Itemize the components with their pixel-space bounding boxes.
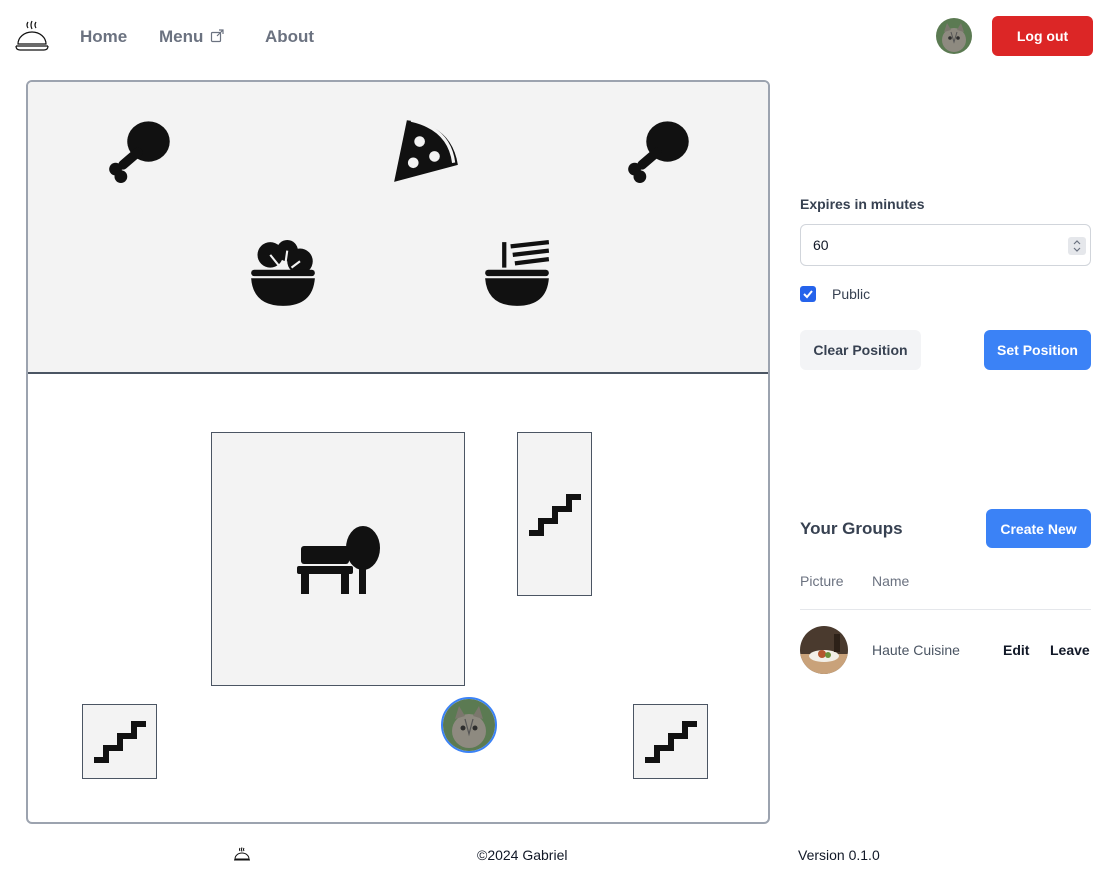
- column-header-name: Name: [872, 573, 910, 589]
- floor-map[interactable]: [26, 80, 770, 824]
- groups-title: Your Groups: [800, 519, 903, 538]
- logout-button[interactable]: Log out: [992, 16, 1093, 56]
- pizza-slice-icon[interactable]: [392, 116, 460, 184]
- nav-about-link[interactable]: About: [265, 27, 314, 47]
- public-checkbox[interactable]: [800, 286, 816, 302]
- copyright-text: ©2024 Gabriel: [477, 847, 568, 863]
- user-position-marker[interactable]: [441, 697, 497, 753]
- expires-value: 60: [813, 237, 829, 253]
- drumstick-icon[interactable]: [106, 116, 174, 184]
- nav-home-link[interactable]: Home: [80, 27, 127, 47]
- group-name: Haute Cuisine: [872, 642, 960, 658]
- edit-group-link[interactable]: Edit: [1003, 642, 1029, 658]
- cloche-logo-icon[interactable]: [14, 20, 50, 52]
- garden-room[interactable]: [211, 432, 465, 686]
- rice-bowl-icon[interactable]: [483, 240, 551, 308]
- set-position-button[interactable]: Set Position: [984, 330, 1091, 370]
- drumstick-icon[interactable]: [625, 116, 693, 184]
- user-avatar[interactable]: [936, 18, 972, 54]
- clear-position-button[interactable]: Clear Position: [800, 330, 921, 370]
- salad-bowl-icon[interactable]: [249, 240, 317, 308]
- stairs-icon: [645, 721, 697, 763]
- bench-tree-icon: [297, 526, 380, 594]
- number-spinner[interactable]: [1068, 237, 1086, 255]
- nav-menu-link[interactable]: Menu: [159, 27, 224, 47]
- cloche-logo-icon: [234, 847, 250, 861]
- group-picture: [800, 626, 848, 674]
- table-divider: [800, 609, 1091, 610]
- nav-menu-label: Menu: [159, 27, 204, 46]
- checkmark-icon: [803, 290, 813, 299]
- public-label: Public: [832, 286, 871, 302]
- create-group-button[interactable]: Create New: [986, 509, 1091, 548]
- stairs-icon: [94, 721, 146, 763]
- stairs-room-middle[interactable]: [517, 432, 592, 596]
- column-header-picture: Picture: [800, 573, 844, 589]
- stairs-room-right[interactable]: [633, 704, 708, 779]
- expires-input[interactable]: 60: [800, 224, 1091, 266]
- version-text: Version 0.1.0: [798, 847, 880, 863]
- stairs-room-left[interactable]: [82, 704, 157, 779]
- spinner-arrows-icon: [1073, 240, 1081, 252]
- leave-group-link[interactable]: Leave: [1050, 642, 1090, 658]
- stairs-icon: [529, 494, 581, 536]
- external-link-icon: [211, 29, 224, 43]
- expires-label: Expires in minutes: [800, 196, 925, 212]
